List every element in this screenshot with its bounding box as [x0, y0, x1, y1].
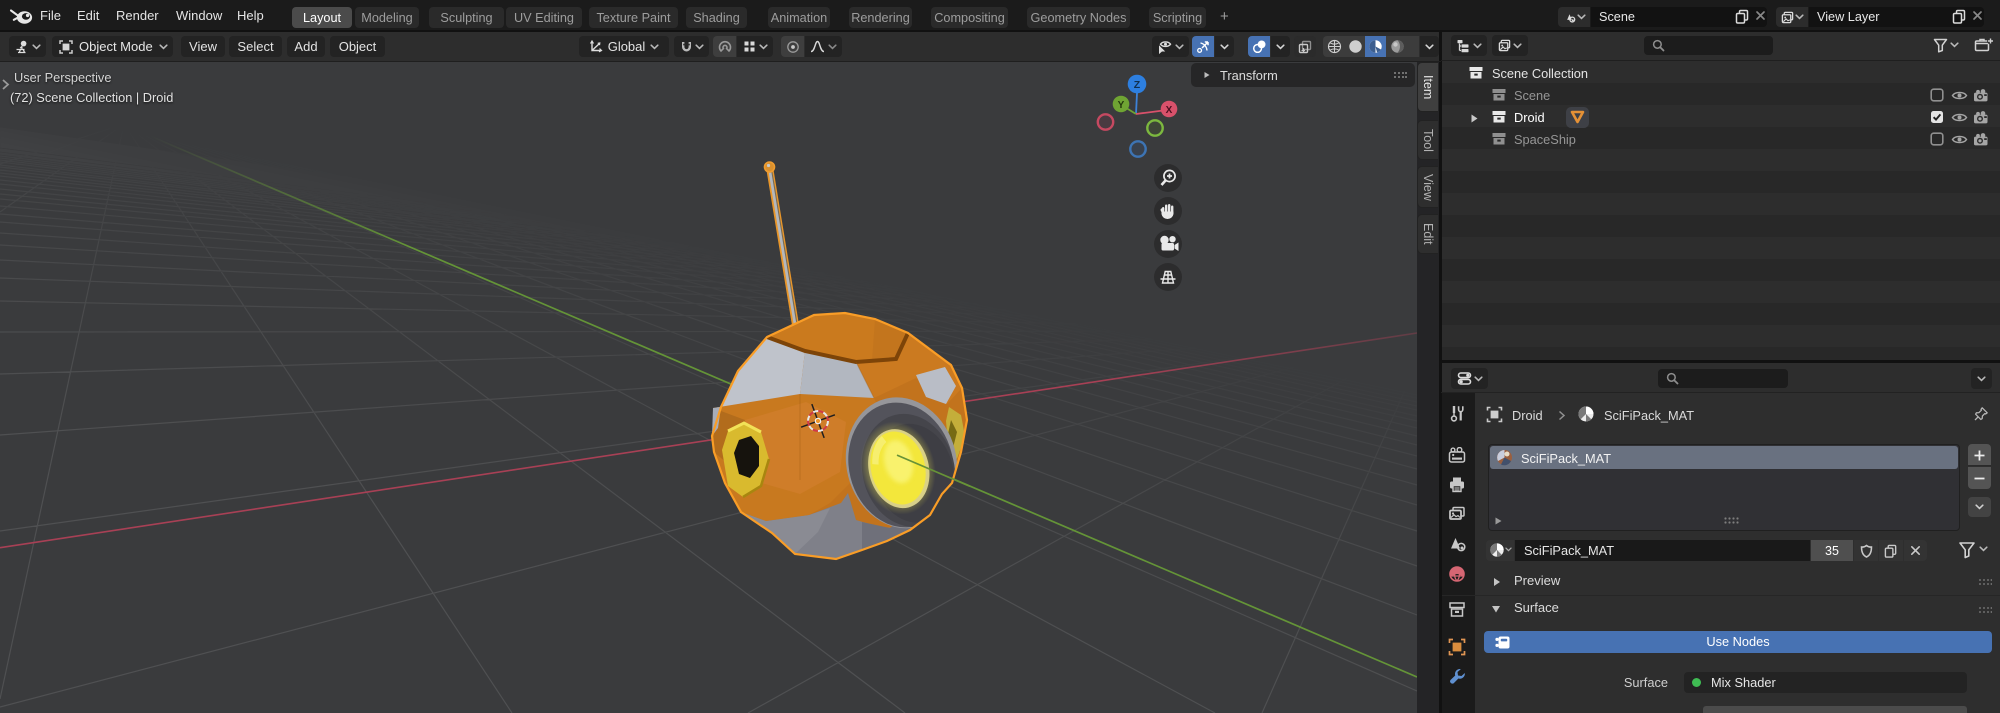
svg-text:Y: Y: [1118, 100, 1125, 111]
svg-text:X: X: [1166, 105, 1173, 116]
svg-text:Z: Z: [1134, 79, 1141, 91]
